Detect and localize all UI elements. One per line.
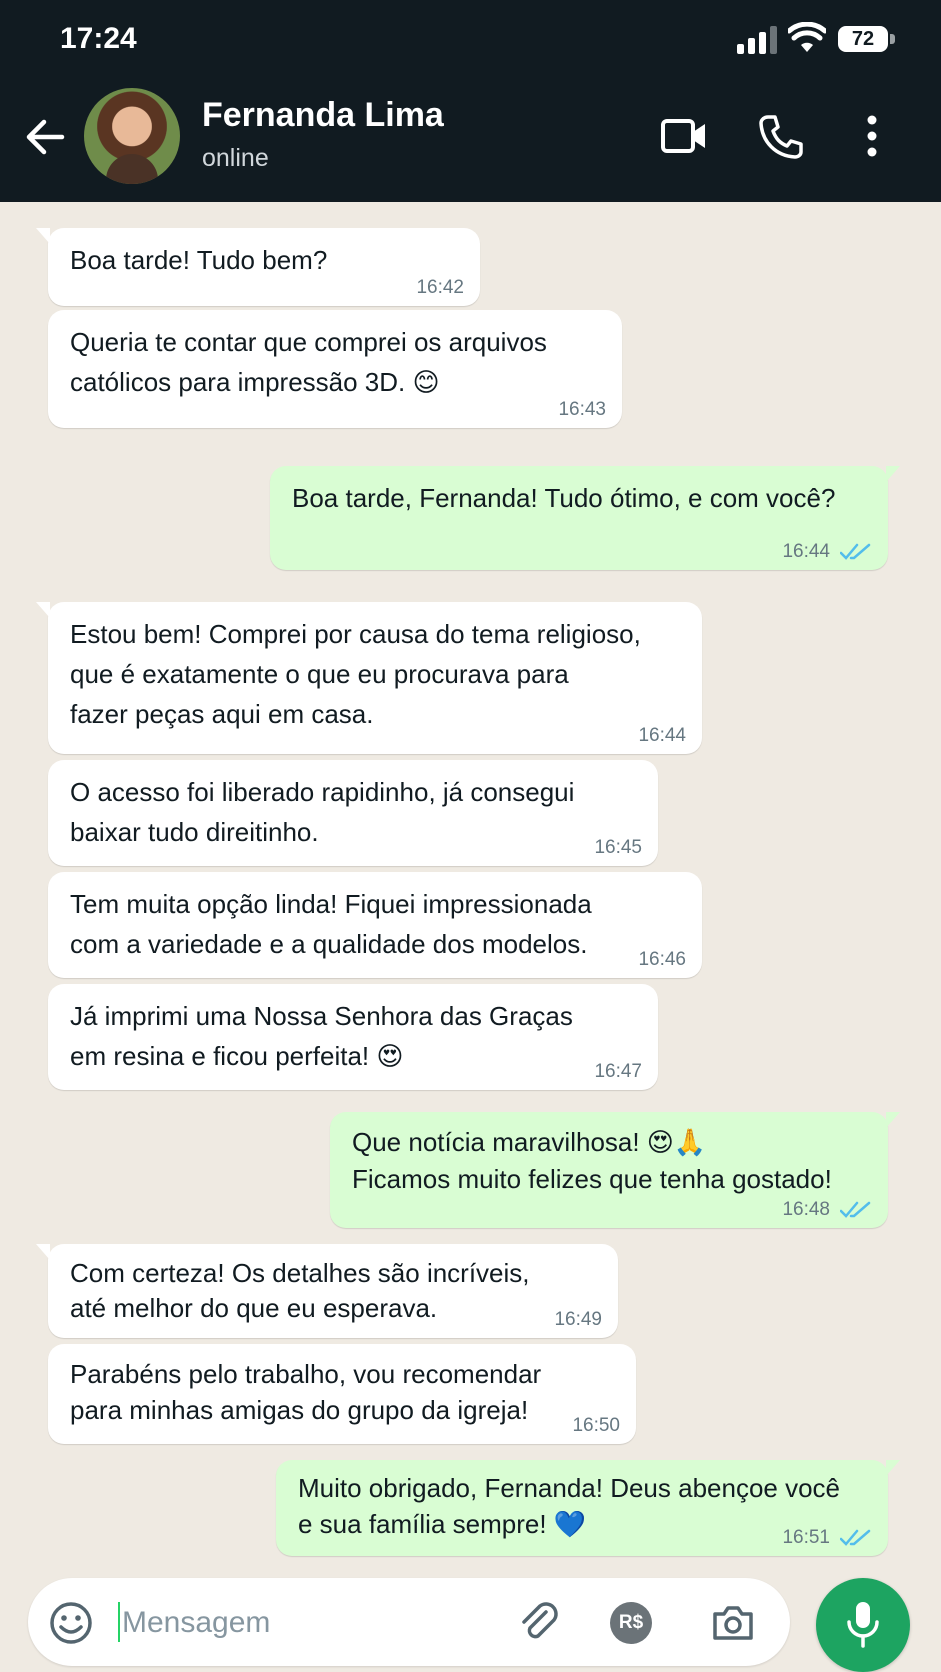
message-text: O acesso foi liberado rapidinho, já cons… [70,777,575,847]
video-camera-icon[interactable] [660,116,708,156]
message-text: Que notícia maravilhosa! 😍🙏 Ficamos muit… [352,1127,832,1194]
message-text: Queria te contar que comprei os arquivos… [70,327,547,397]
message-text: Boa tarde! Tudo bem? [70,245,328,275]
message-time: 16:44 [638,725,686,746]
contact-status: online [202,144,269,172]
paperclip-icon[interactable] [516,1600,562,1646]
message-text: Parabéns pelo trabalho, vou recomendar p… [70,1359,542,1425]
message-incoming[interactable]: Tem muita opção linda! Fiquei impression… [48,872,702,978]
message-input[interactable] [120,1596,484,1650]
message-text: Estou bem! Comprei por causa do tema rel… [70,619,641,729]
avatar[interactable] [84,88,180,184]
status-bar-time: 17:24 [60,22,137,55]
battery-level: 72 [838,26,888,52]
message-composer: R$ [28,1578,790,1666]
signal-icon [737,26,777,54]
message-time: 16:50 [572,1415,620,1436]
message-incoming[interactable]: Estou bem! Comprei por causa do tema rel… [36,602,702,754]
message-text: Já imprimi uma Nossa Senhora das Graças … [70,1001,573,1071]
message-time: 16:42 [416,277,464,298]
message-incoming[interactable]: Queria te contar que comprei os arquivos… [48,310,622,428]
message-outgoing[interactable]: Que notícia maravilhosa! 😍🙏 Ficamos muit… [330,1112,900,1228]
message-incoming[interactable]: Com certeza! Os detalhes são incríveis, … [36,1244,618,1338]
message-outgoing[interactable]: Boa tarde, Fernanda! Tudo ótimo, e com v… [270,466,900,570]
microphone-icon [847,1602,879,1648]
message-time: 16:46 [638,949,686,970]
message-incoming[interactable]: Já imprimi uma Nossa Senhora das Graças … [48,984,658,1090]
message-incoming[interactable]: Boa tarde! Tudo bem? 16:42 [36,228,480,306]
double-check-icon [840,1529,871,1546]
wifi-icon [788,22,826,52]
double-check-icon [840,543,871,560]
message-incoming[interactable]: O acesso foi liberado rapidinho, já cons… [48,760,658,866]
double-check-icon [840,1201,871,1218]
message-time: 16:45 [594,837,642,858]
message-time: 16:43 [558,399,606,420]
message-text: Tem muita opção linda! Fiquei impression… [70,889,592,959]
message-time: 16:51 [782,1527,830,1548]
phone-icon[interactable] [758,114,804,160]
battery-icon: 72 [838,24,898,54]
message-time: 16:47 [594,1061,642,1082]
message-time: 16:49 [554,1309,602,1330]
contact-name[interactable]: Fernanda Lima [202,96,444,135]
message-outgoing[interactable]: Muito obrigado, Fernanda! Deus abençoe v… [276,1460,900,1556]
emoji-icon[interactable] [48,1600,94,1646]
camera-icon[interactable] [710,1600,756,1646]
chat-header: 17:24 72 Fernanda Lima online [0,0,941,202]
message-text: Com certeza! Os detalhes são incríveis, … [70,1258,530,1323]
message-time: 16:48 [782,1199,830,1220]
message-incoming[interactable]: Parabéns pelo trabalho, vou recomendar p… [48,1344,636,1444]
payment-button[interactable]: R$ [610,1602,652,1644]
arrow-left-icon[interactable] [24,116,66,158]
microphone-button[interactable] [816,1578,910,1672]
message-time: 16:44 [782,541,830,562]
message-text: Boa tarde, Fernanda! Tudo ótimo, e com v… [292,483,836,513]
more-vertical-icon[interactable] [860,112,884,160]
